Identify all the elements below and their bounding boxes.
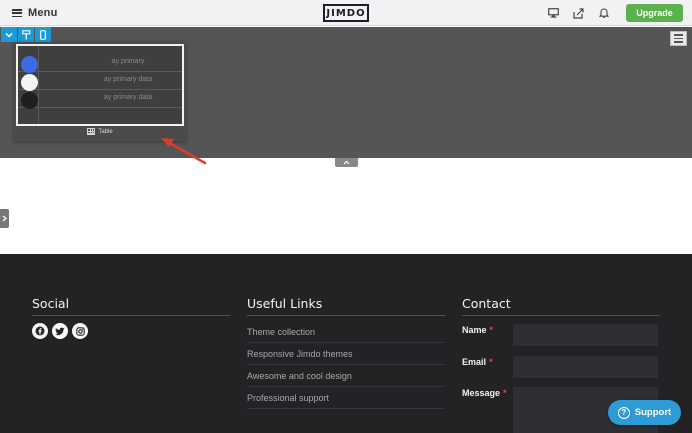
desktop-icon[interactable]: [546, 6, 560, 20]
footer-link[interactable]: Professional support: [247, 387, 445, 409]
color-swatch: [21, 56, 38, 73]
block-toolbar: [1, 27, 51, 42]
footer-link[interactable]: Awesome and cool design: [247, 365, 445, 387]
contact-title: Contact: [462, 296, 511, 311]
menu-button[interactable]: Menu: [12, 5, 58, 21]
footer: Social Useful Links Theme collection Res…: [0, 254, 692, 433]
twitter-icon[interactable]: [52, 323, 68, 339]
facebook-icon[interactable]: [32, 323, 48, 339]
table-preview-frame: ay primary ay primary data ay primary da…: [16, 44, 184, 126]
support-button[interactable]: ? Support: [608, 400, 681, 425]
mobile-icon[interactable]: [35, 27, 51, 42]
table-row: ay primary data: [18, 73, 182, 91]
menu-label: Menu: [28, 7, 58, 19]
footer-link[interactable]: Theme collection: [247, 321, 445, 343]
social-title: Social: [32, 296, 70, 311]
color-swatch: [21, 92, 38, 109]
message-label: Message *: [462, 388, 507, 398]
table-row: ay primary data: [18, 91, 182, 109]
top-bar: Menu JIMDO Upgrade: [0, 0, 692, 26]
table-row: ay primary: [18, 55, 182, 73]
section-menu-icon[interactable]: [670, 31, 687, 46]
table-cell: ay primary: [111, 58, 145, 65]
email-label: Email *: [462, 357, 493, 367]
table-widget-preview[interactable]: ay primary ay primary data ay primary da…: [14, 42, 186, 141]
table-icon: [87, 128, 96, 135]
hamburger-icon: [12, 9, 22, 17]
table-cell: ay primary data: [103, 76, 153, 83]
widget-label-text: Table: [98, 128, 113, 135]
social-icons: [32, 323, 88, 339]
collapse-header-button[interactable]: [335, 158, 358, 167]
chevron-down-icon[interactable]: [1, 27, 17, 42]
name-field[interactable]: [513, 324, 658, 346]
side-panel-toggle[interactable]: [0, 209, 9, 228]
bell-icon[interactable]: [597, 6, 611, 20]
footer-link[interactable]: Responsive Jimdo themes: [247, 343, 445, 365]
table-cell: ay primary data: [103, 94, 153, 101]
instagram-icon[interactable]: [72, 323, 88, 339]
jimdo-logo[interactable]: JIMDO: [323, 4, 369, 22]
divider: [247, 315, 445, 316]
support-label: Support: [634, 407, 672, 418]
paint-roller-icon[interactable]: [18, 27, 34, 42]
share-icon[interactable]: [571, 6, 585, 20]
help-icon: ?: [617, 406, 630, 419]
email-field[interactable]: [513, 356, 658, 378]
color-swatch: [21, 74, 38, 91]
widget-label: Table: [14, 128, 186, 135]
name-label: Name *: [462, 325, 494, 335]
upgrade-button[interactable]: Upgrade: [626, 4, 683, 22]
divider: [32, 315, 230, 316]
column-divider: [38, 46, 39, 124]
useful-links-title: Useful Links: [247, 296, 323, 311]
divider: [462, 315, 660, 316]
